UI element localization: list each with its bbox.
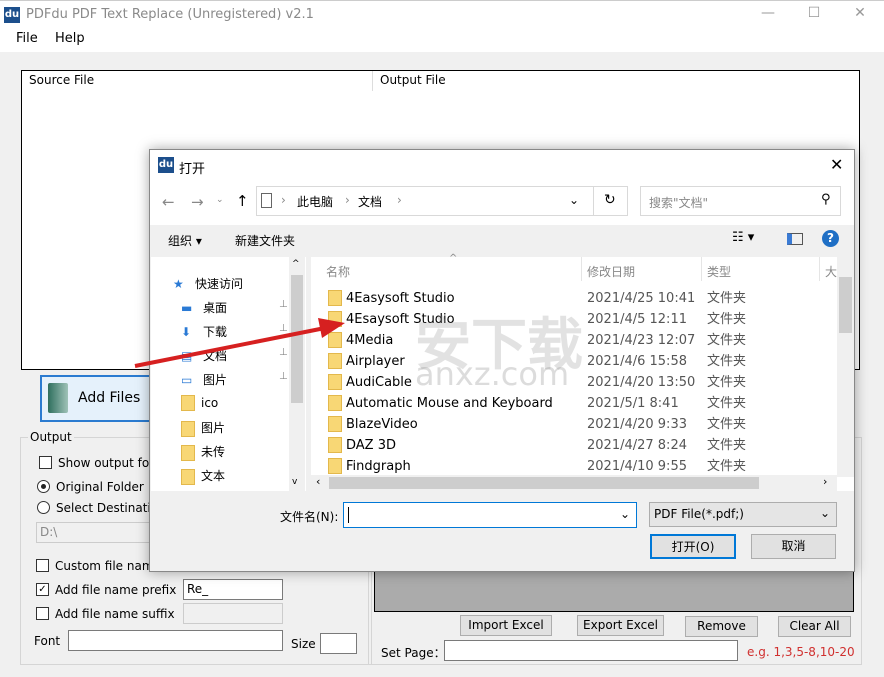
- red-arrow-annotation: [134, 318, 345, 368]
